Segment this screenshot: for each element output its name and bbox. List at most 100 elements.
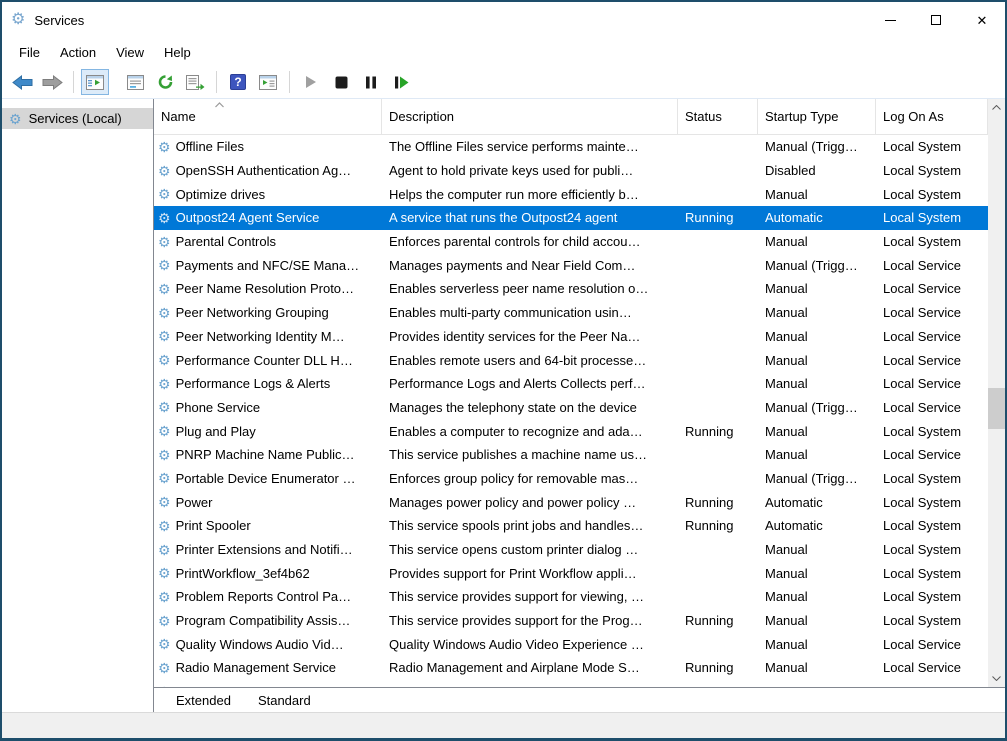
menu-item-help[interactable]: Help: [154, 42, 201, 63]
column-header-startup-type[interactable]: Startup Type: [758, 99, 876, 134]
show-hide-action-pane-button[interactable]: [254, 69, 282, 95]
column-header-log-on-as[interactable]: Log On As: [876, 99, 988, 134]
service-name: Program Compatibility Assis…: [176, 613, 351, 628]
stop-service-button[interactable]: [327, 69, 355, 95]
services-list-pane: Name Description Status Startup Type Log…: [154, 99, 1005, 712]
pause-service-button[interactable]: [357, 69, 385, 95]
scroll-up-button[interactable]: [988, 99, 1005, 116]
close-button[interactable]: ✕: [959, 2, 1005, 38]
service-name-cell: ⚙Portable Device Enumerator …: [154, 467, 382, 491]
table-row[interactable]: ⚙: [154, 680, 988, 687]
table-row[interactable]: ⚙Outpost24 Agent ServiceA service that r…: [154, 206, 988, 230]
service-description: Manages payments and Near Field Com…: [382, 253, 678, 277]
service-status: [678, 348, 758, 372]
menu-item-action[interactable]: Action: [50, 42, 106, 63]
service-name: Plug and Play: [176, 424, 256, 439]
table-row[interactable]: ⚙Quality Windows Audio Vid…Quality Windo…: [154, 632, 988, 656]
table-row[interactable]: ⚙Offline FilesThe Offline Files service …: [154, 135, 988, 159]
service-startup-type: Manual: [758, 609, 876, 633]
table-row[interactable]: ⚙PNRP Machine Name Public…This service p…: [154, 443, 988, 467]
column-header-name[interactable]: Name: [154, 99, 382, 134]
service-gear-icon: ⚙: [158, 566, 171, 580]
scrollbar-thumb[interactable]: [988, 388, 1005, 429]
table-row[interactable]: ⚙Performance Logs & AlertsPerformance Lo…: [154, 372, 988, 396]
table-row[interactable]: ⚙OpenSSH Authentication Ag…Agent to hold…: [154, 159, 988, 183]
close-icon: ✕: [977, 14, 988, 27]
column-header-description[interactable]: Description: [382, 99, 678, 134]
minimize-button[interactable]: [867, 2, 913, 38]
tab-standard[interactable]: Standard: [241, 688, 328, 712]
table-row[interactable]: ⚙Print SpoolerThis service spools print …: [154, 514, 988, 538]
service-log-on-as: Local Service: [876, 656, 988, 680]
service-name: Printer Extensions and Notifi…: [176, 542, 353, 557]
maximize-button[interactable]: [913, 2, 959, 38]
tab-extended[interactable]: Extended: [159, 688, 248, 712]
restart-service-button[interactable]: [387, 69, 415, 95]
export-list-icon: [186, 75, 205, 90]
column-header-status[interactable]: Status: [678, 99, 758, 134]
service-status: [678, 585, 758, 609]
table-row[interactable]: ⚙Peer Networking Identity M…Provides ide…: [154, 325, 988, 349]
service-name-cell: ⚙Program Compatibility Assis…: [154, 609, 382, 633]
table-row[interactable]: ⚙Optimize drivesHelps the computer run m…: [154, 182, 988, 206]
service-gear-icon: ⚙: [158, 235, 171, 249]
menu-item-view[interactable]: View: [106, 42, 154, 63]
start-service-button[interactable]: [297, 69, 325, 95]
service-status: [678, 443, 758, 467]
service-rows: ⚙Offline FilesThe Offline Files service …: [154, 135, 988, 687]
service-gear-icon: ⚙: [158, 164, 171, 178]
service-name: Offline Files: [176, 139, 244, 154]
scrollbar-track[interactable]: [988, 116, 1005, 670]
menu-item-file[interactable]: File: [9, 42, 50, 63]
table-row[interactable]: ⚙Peer Networking GroupingEnables multi-p…: [154, 301, 988, 325]
service-description: Enforces group policy for removable mas…: [382, 467, 678, 491]
table-row[interactable]: ⚙PowerManages power policy and power pol…: [154, 490, 988, 514]
table-row[interactable]: ⚙Plug and PlayEnables a computer to reco…: [154, 419, 988, 443]
service-gear-icon: ⚙: [158, 140, 171, 154]
service-description: Enables a computer to recognize and ada…: [382, 419, 678, 443]
service-gear-icon: ⚙: [158, 353, 171, 367]
service-log-on-as: Local System: [876, 490, 988, 514]
back-button[interactable]: [8, 69, 36, 95]
show-console-tree-button[interactable]: [81, 69, 109, 95]
chevron-down-icon: [992, 676, 1001, 681]
maximize-icon: [931, 15, 941, 25]
service-startup-type: Manual: [758, 443, 876, 467]
service-startup-type: Manual: [758, 277, 876, 301]
service-description: Enables remote users and 64-bit processe…: [382, 348, 678, 372]
table-row[interactable]: ⚙Parental ControlsEnforces parental cont…: [154, 230, 988, 254]
service-startup-type: Manual (Trigg…: [758, 253, 876, 277]
forward-button[interactable]: [38, 69, 66, 95]
service-log-on-as: Local System: [876, 538, 988, 562]
table-row[interactable]: ⚙Phone ServiceManages the telephony stat…: [154, 396, 988, 420]
table-row[interactable]: ⚙Printer Extensions and Notifi…This serv…: [154, 538, 988, 562]
service-status: Running: [678, 514, 758, 538]
table-row[interactable]: ⚙Radio Management ServiceRadio Managemen…: [154, 656, 988, 680]
table-row[interactable]: ⚙Problem Reports Control Pa…This service…: [154, 585, 988, 609]
vertical-scrollbar[interactable]: [988, 99, 1005, 687]
service-gear-icon: ⚙: [158, 282, 171, 296]
toolbar-separator: [216, 71, 217, 93]
service-startup-type: Manual: [758, 585, 876, 609]
service-gear-icon: ⚙: [158, 211, 171, 225]
service-name-cell: ⚙Parental Controls: [154, 230, 382, 254]
services-app-icon: ⚙: [11, 12, 25, 28]
scroll-down-button[interactable]: [988, 670, 1005, 687]
refresh-button[interactable]: [151, 69, 179, 95]
service-status: [678, 538, 758, 562]
service-gear-icon: ⚙: [158, 400, 171, 414]
service-status: [678, 230, 758, 254]
service-startup-type: [758, 680, 876, 687]
table-row[interactable]: ⚙Program Compatibility Assis…This servic…: [154, 609, 988, 633]
service-log-on-as: [876, 680, 988, 687]
service-name: Peer Name Resolution Proto…: [176, 281, 354, 296]
sidebar-item-services-local[interactable]: ⚙ Services (Local): [2, 108, 153, 129]
table-row[interactable]: ⚙Performance Counter DLL H…Enables remot…: [154, 348, 988, 372]
table-row[interactable]: ⚙Peer Name Resolution Proto…Enables serv…: [154, 277, 988, 301]
table-row[interactable]: ⚙PrintWorkflow_3ef4b62Provides support f…: [154, 561, 988, 585]
table-row[interactable]: ⚙Portable Device Enumerator …Enforces gr…: [154, 467, 988, 491]
table-row[interactable]: ⚙Payments and NFC/SE Mana…Manages paymen…: [154, 253, 988, 277]
properties-button[interactable]: [121, 69, 149, 95]
export-list-button[interactable]: [181, 69, 209, 95]
help-button[interactable]: ?: [224, 69, 252, 95]
